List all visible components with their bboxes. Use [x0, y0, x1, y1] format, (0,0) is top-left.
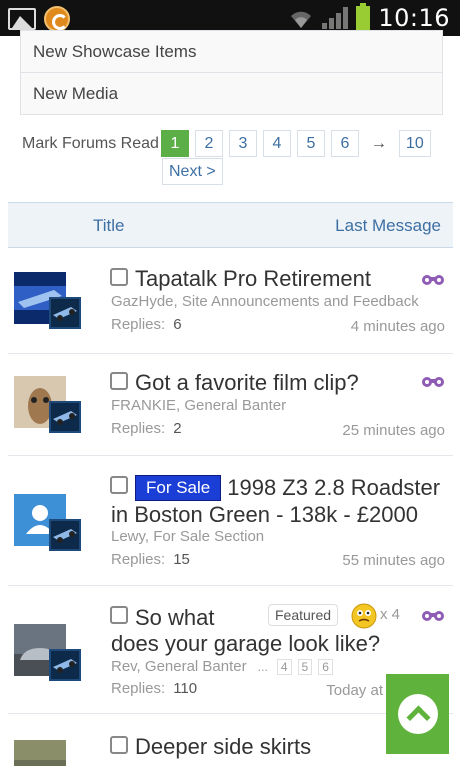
clock: 10:16	[378, 4, 450, 32]
avatar[interactable]	[14, 272, 81, 329]
mark-forums-read-link[interactable]: Mark Forums Read	[22, 135, 159, 153]
thread-title[interactable]: So what	[135, 604, 215, 631]
last-post-time[interactable]: 55 minutes ago	[342, 552, 445, 569]
thread-title[interactable]: Tapatalk Pro Retirement	[135, 265, 371, 292]
thread-meta[interactable]: Lewy, For Sale Section	[111, 528, 264, 545]
sort-by-title[interactable]: Title	[93, 216, 125, 236]
wifi-icon	[291, 11, 312, 28]
last-post-time[interactable]: 4 minutes ago	[351, 318, 445, 335]
app-notification-icon	[44, 6, 70, 32]
for-sale-prefix[interactable]: For Sale	[135, 475, 222, 501]
battery-icon	[356, 3, 371, 30]
thread-row[interactable]: Tapatalk Pro Retirement GazHyde, Site An…	[8, 250, 453, 354]
menu-item-new-media[interactable]: New Media	[20, 73, 443, 115]
thread-meta[interactable]: GazHyde, Site Announcements and Feedback	[111, 293, 419, 310]
reaction-emoji-icon	[351, 603, 377, 629]
thread-row[interactable]: For Sale 1998 Z3 2.8 Roadster in Boston G…	[8, 456, 453, 586]
next-page-button[interactable]: Next >	[162, 158, 223, 185]
last-post-time[interactable]: 25 minutes ago	[342, 422, 445, 439]
thread-title[interactable]: Got a favorite film clip?	[135, 369, 359, 396]
forum-badge-icon	[49, 401, 81, 433]
sort-by-last-message[interactable]: Last Message	[335, 216, 441, 236]
thread-title-cont[interactable]: in Boston Green - 138k - £2000	[111, 501, 418, 528]
page-2-link[interactable]: 2	[194, 130, 223, 157]
watched-icon	[422, 611, 444, 621]
page-nav: Mark Forums Read 1 2 3 4 5 6 → 10 Next >	[22, 130, 442, 185]
thread-replies: Replies: 6	[111, 316, 182, 333]
scroll-to-top-button[interactable]	[386, 674, 449, 754]
menu-item-new-showcase[interactable]: New Showcase Items	[20, 30, 443, 73]
thread-title[interactable]: For Sale 1998 Z3 2.8 Roadster	[135, 474, 440, 501]
forum-badge-icon	[49, 649, 81, 681]
avatar[interactable]	[14, 494, 81, 551]
page-10-link[interactable]: 10	[398, 130, 431, 157]
avatar[interactable]	[14, 376, 81, 433]
forum-badge-icon	[49, 297, 81, 329]
page-3-link[interactable]: 3	[228, 130, 257, 157]
page-5-link[interactable]: 5	[296, 130, 325, 157]
gallery-icon	[8, 8, 36, 30]
avatar[interactable]	[14, 740, 66, 766]
watched-icon	[422, 377, 444, 387]
thread-meta[interactable]: FRANKIE, General Banter	[111, 397, 286, 414]
thread-select-checkbox[interactable]	[110, 372, 128, 390]
new-content-menu: New Showcase Items New Media	[20, 30, 443, 115]
mini-pagination: ... 4 5 6	[251, 659, 333, 675]
page-1-link[interactable]: 1	[160, 130, 189, 157]
page-6-link[interactable]: 6	[330, 130, 359, 157]
featured-badge: Featured	[268, 604, 339, 626]
thread-title[interactable]: Deeper side skirts	[135, 733, 311, 760]
thread-select-checkbox[interactable]	[110, 606, 128, 624]
avatar-image	[14, 740, 66, 766]
mini-page-5[interactable]: 5	[297, 659, 313, 675]
forum-badge-icon	[49, 519, 81, 551]
watched-icon	[422, 275, 444, 285]
thread-meta[interactable]: Rev, General Banter ... 4 5 6	[111, 658, 333, 675]
avatar[interactable]	[14, 624, 81, 681]
thread-select-checkbox[interactable]	[110, 476, 128, 494]
signal-icon	[322, 7, 349, 29]
mini-page-4[interactable]: 4	[276, 659, 292, 675]
thread-row[interactable]: Got a favorite film clip? FRANKIE, Gener…	[8, 354, 453, 456]
mini-page-6[interactable]: 6	[318, 659, 333, 675]
last-post-time[interactable]: Today at	[326, 682, 383, 699]
thread-replies: Replies: 2	[111, 420, 182, 437]
thread-title-cont[interactable]: does your garage look like?	[111, 630, 380, 657]
thread-replies: Replies: 110	[111, 680, 198, 697]
thread-list-header: Title Last Message	[8, 202, 453, 248]
pagination-arrow: →	[370, 134, 387, 152]
reaction-count: x 4	[380, 606, 401, 623]
page-4-link[interactable]: 4	[262, 130, 291, 157]
thread-select-checkbox[interactable]	[110, 268, 128, 286]
thread-select-checkbox[interactable]	[110, 736, 128, 754]
thread-replies: Replies: 15	[111, 551, 190, 568]
chevron-up-icon	[398, 694, 438, 734]
